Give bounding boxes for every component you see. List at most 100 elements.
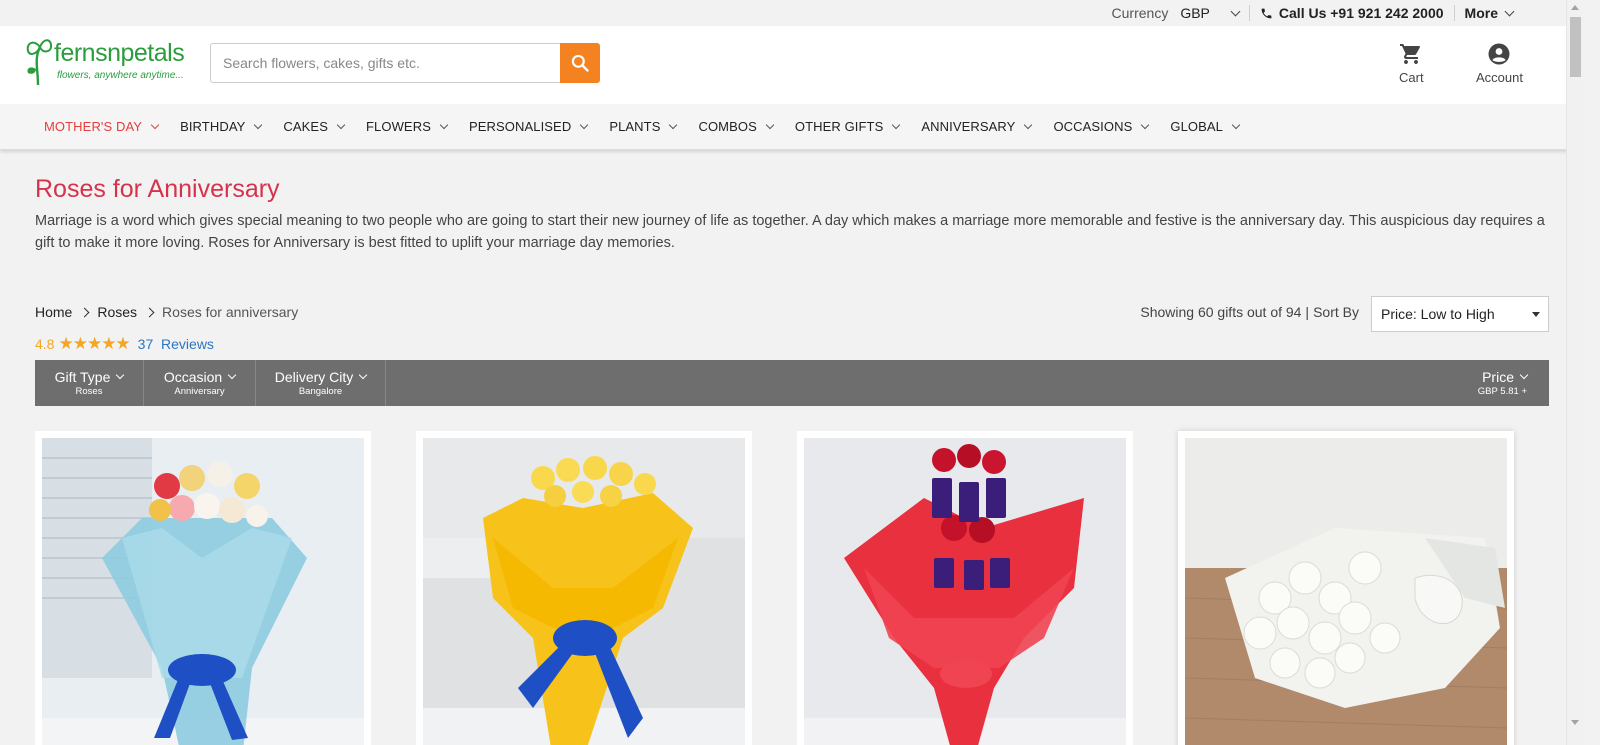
search-bar (210, 43, 600, 83)
chevron-down-icon (439, 120, 449, 129)
product-card[interactable] (1178, 431, 1514, 745)
scroll-up-arrow-icon[interactable] (1571, 5, 1579, 10)
account-button[interactable]: Account (1476, 42, 1523, 85)
breadcrumb-current: Roses for anniversary (162, 304, 299, 320)
nav-item-label: ANNIVERSARY (921, 119, 1016, 134)
nav-item-other-gifts[interactable]: OTHER GIFTS (794, 119, 901, 134)
filter-value: Bangalore (298, 386, 343, 397)
cart-button[interactable]: Cart (1399, 42, 1424, 85)
page: Currency GBP Call Us +91 921 242 2000 Mo… (0, 0, 1583, 745)
filter-label: Delivery City (274, 369, 354, 385)
nav-item-label: OTHER GIFTS (794, 119, 884, 134)
breadcrumb-home[interactable]: Home (35, 304, 72, 320)
nav-item-label: OCCASIONS (1053, 119, 1133, 134)
review-count: 37 (137, 336, 154, 352)
page-description: Marriage is a word which gives special m… (35, 213, 1545, 251)
chevron-down-icon (1231, 120, 1241, 129)
product-image[interactable] (804, 438, 1126, 745)
product-image[interactable] (1184, 438, 1508, 745)
nav-item-cakes[interactable]: CAKES (283, 119, 346, 134)
sort-value: Price: Low to High (1381, 306, 1495, 322)
rating-value: 4.8 (35, 336, 55, 352)
nav-item-global[interactable]: GLOBAL (1170, 119, 1241, 134)
sort-select[interactable]: Price: Low to High (1371, 296, 1549, 332)
chevron-down-icon (227, 370, 237, 380)
nav-item-label: COMBOS (698, 119, 757, 134)
chevron-down-icon (1024, 120, 1033, 129)
product-image[interactable] (423, 438, 745, 745)
nav-item-label: FLOWERS (365, 119, 431, 134)
currency-value: GBP (1180, 5, 1210, 21)
search-input[interactable] (210, 43, 560, 83)
reviews-link[interactable]: 37 Reviews (138, 336, 214, 352)
cart-label: Cart (1399, 70, 1424, 85)
nav-item-birthday[interactable]: BIRTHDAY (180, 119, 263, 134)
main-navigation: MOTHER'S DAY BIRTHDAY CAKES FLOWERS PERS… (0, 104, 1583, 150)
filter-gift-type[interactable]: Gift Type Roses (35, 360, 144, 406)
filter-price[interactable]: Price GBP 5.81 + (1477, 360, 1529, 406)
star-rating-icon: ★★★★★ (58, 334, 130, 353)
results-count: Showing 60 gifts out of 94 | (1140, 304, 1309, 320)
chevron-down-icon (1230, 6, 1241, 16)
utility-bar: Currency GBP Call Us +91 921 242 2000 Mo… (0, 0, 1583, 26)
filter-label: Occasion (163, 369, 223, 385)
flower-logo-icon (26, 39, 53, 86)
chevron-down-icon (150, 120, 160, 129)
nav-item-label: MOTHER'S DAY (44, 119, 143, 134)
filter-value: GBP 5.81 + (1477, 386, 1527, 397)
nav-item-label: PERSONALISED (468, 119, 572, 134)
filter-label: Gift Type (54, 369, 111, 385)
reviews-label: Reviews (161, 336, 214, 352)
call-us-link[interactable]: Call Us +91 921 242 2000 (1250, 5, 1455, 21)
account-label: Account (1476, 70, 1523, 85)
product-image[interactable] (42, 438, 364, 745)
more-menu[interactable]: More (1455, 5, 1523, 21)
nav-item-combos[interactable]: COMBOS (698, 119, 775, 134)
sort-label: Sort By (1313, 304, 1359, 320)
nav-item-mothers-day[interactable]: MOTHER'S DAY (44, 119, 160, 134)
chevron-down-icon (254, 120, 263, 129)
chevron-down-icon (1504, 6, 1515, 16)
currency-selector[interactable]: Currency GBP (1102, 5, 1250, 21)
chevron-right-icon (144, 307, 155, 317)
product-card[interactable] (35, 431, 371, 745)
chevron-down-icon (669, 120, 678, 129)
filter-label: Price (1482, 369, 1514, 385)
page-title: Roses for Anniversary (35, 175, 280, 203)
nav-item-plants[interactable]: PLANTS (609, 119, 678, 134)
search-button[interactable] (560, 43, 600, 83)
nav-item-flowers[interactable]: FLOWERS (365, 119, 449, 134)
nav-item-label: BIRTHDAY (180, 119, 246, 134)
scroll-down-arrow-icon[interactable] (1571, 720, 1579, 725)
caret-down-icon (1532, 312, 1540, 317)
account-icon (1488, 43, 1510, 65)
chevron-down-icon (336, 120, 346, 129)
product-card[interactable] (416, 431, 752, 745)
brand-logo[interactable]: fernsnpetals flowers, anywhere anytime..… (24, 29, 189, 87)
call-us-text: Call Us +91 921 242 2000 (1278, 5, 1444, 21)
listing-header: Home Roses Roses for anniversary 4.8 ★★★… (35, 296, 1549, 356)
nav-item-occasions[interactable]: OCCASIONS (1053, 119, 1150, 134)
product-card[interactable] (797, 431, 1133, 745)
chevron-down-icon (1141, 120, 1150, 129)
nav-item-personalised[interactable]: PERSONALISED (468, 119, 589, 134)
filter-delivery-city[interactable]: Delivery City Bangalore (256, 360, 386, 406)
filter-occasion[interactable]: Occasion Anniversary (144, 360, 256, 406)
nav-item-anniversary[interactable]: ANNIVERSARY (921, 119, 1033, 134)
chevron-down-icon (580, 120, 589, 129)
cart-icon (1400, 44, 1421, 64)
rating-summary: 4.8 ★★★★★ 37 Reviews (35, 334, 214, 354)
logo-text: fernsnpetals (54, 39, 185, 67)
site-header: fernsnpetals flowers, anywhere anytime..… (0, 26, 1583, 104)
chevron-right-icon (79, 307, 90, 317)
chevron-down-icon (116, 370, 125, 380)
scroll-thumb[interactable] (1570, 17, 1581, 77)
filter-value: Anniversary (174, 386, 225, 397)
chevron-down-icon (359, 370, 368, 380)
chevron-down-icon (765, 120, 775, 129)
phone-icon (1261, 8, 1272, 18)
chevron-down-icon (892, 120, 901, 129)
chevron-down-icon (1519, 370, 1529, 380)
breadcrumb-roses[interactable]: Roses (97, 304, 137, 320)
page-scrollbar[interactable] (1566, 0, 1583, 745)
